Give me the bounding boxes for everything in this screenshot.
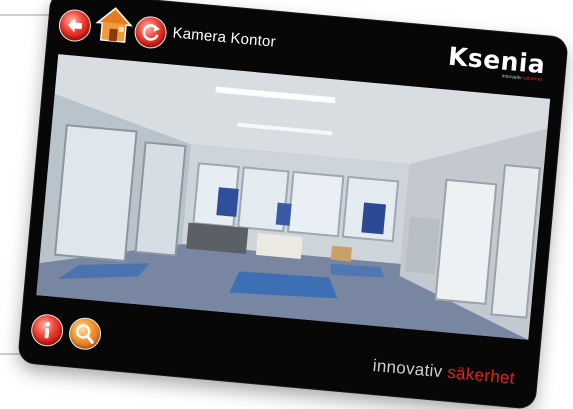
back-button[interactable] xyxy=(57,8,93,43)
info-icon xyxy=(44,321,51,339)
magnifier-icon xyxy=(76,324,94,344)
office-camera-image xyxy=(36,54,551,340)
arrow-left-icon xyxy=(67,18,83,33)
slogan-prefix: innovativ xyxy=(372,355,449,382)
tablet-frame: Kamera Kontor Ksenia innovativ säkerhet xyxy=(18,0,568,409)
ksenia-logo: Ksenia innovativ säkerhet xyxy=(447,42,547,86)
camera-feed[interactable] xyxy=(36,54,551,340)
background-divider-top xyxy=(0,14,52,16)
camera-title: Kamera Kontor xyxy=(171,24,277,51)
info-button[interactable] xyxy=(29,312,65,348)
zoom-button[interactable] xyxy=(67,316,103,352)
logo-word: Ksenia xyxy=(446,41,547,80)
refresh-button[interactable] xyxy=(133,15,168,50)
logo-tagline-accent: säkerhet xyxy=(522,75,543,84)
home-button[interactable] xyxy=(93,3,134,46)
slogan-accent: säkerhet xyxy=(446,362,516,388)
home-icon xyxy=(95,7,133,43)
refresh-icon xyxy=(142,24,160,41)
logo-tagline-prefix: innovativ xyxy=(501,73,524,82)
footer-slogan: innovativ säkerhet xyxy=(372,356,516,389)
